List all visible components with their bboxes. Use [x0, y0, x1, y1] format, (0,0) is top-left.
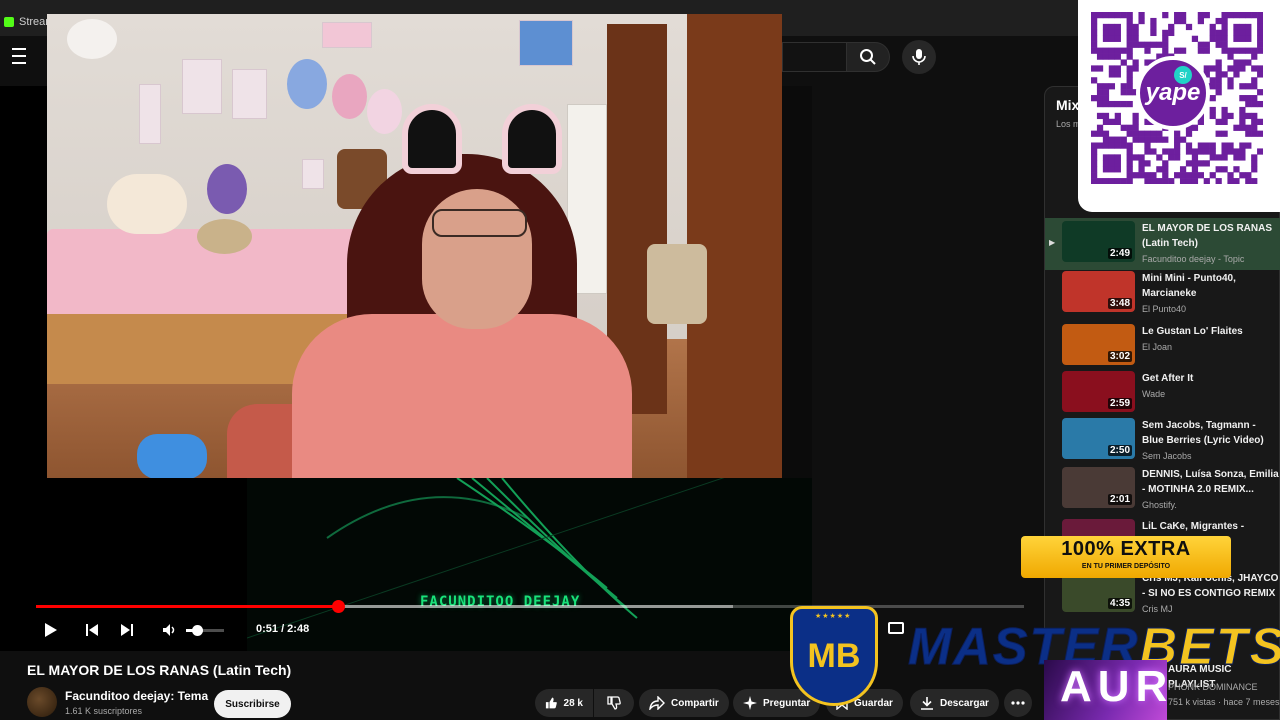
thumbs-down-icon [607, 696, 621, 710]
skip-next-icon [121, 624, 133, 636]
kick-icon [4, 17, 14, 27]
channel-name[interactable]: Facunditoo deejay: Tema [65, 689, 208, 703]
search-icon [860, 49, 876, 65]
playlist-item-title: Mini Mini - Punto40, Marcianeke [1142, 273, 1236, 299]
volume-slider[interactable] [186, 625, 224, 636]
channel-avatar[interactable] [27, 687, 57, 717]
playlist-duration: 2:01 [1107, 494, 1132, 505]
play-button[interactable] [39, 619, 63, 641]
subscribe-button[interactable]: Suscribirse [214, 690, 291, 718]
aura-thumbnail-text: AURA [1060, 662, 1167, 711]
playlist-item[interactable]: ▶ 2:49 EL MAYOR DE LOS RANAS (Latin Tech) F… [1045, 218, 1280, 270]
dislike-button[interactable] [594, 689, 634, 717]
mic-icon [912, 49, 926, 65]
search-button[interactable] [846, 42, 890, 72]
playlist-thumbnail: 2:01 [1062, 467, 1135, 508]
playlist-item-title: EL MAYOR DE LOS RANAS (Latin Tech) [1142, 223, 1273, 249]
time-display: 0:51 / 2:48 [256, 623, 310, 635]
volume-icon [163, 624, 175, 636]
bonus-banner: 100% EXTRA EN TU PRIMER DEPÓSITO [1021, 536, 1231, 578]
video-frame [247, 478, 812, 651]
playlist-item-title: DENNIS, Luísa Sonza, Emilia - MOTINHA 2.… [1142, 469, 1279, 495]
skip-previous-icon [86, 624, 98, 636]
playlist-thumbnail: 3:02 [1062, 324, 1135, 365]
playlist-duration: 2:59 [1107, 398, 1132, 409]
playlist-duration: 3:48 [1107, 298, 1132, 309]
aura-thumbnail[interactable]: AURA [1044, 660, 1167, 720]
playlist-item-title: Sem Jacobs, Tagmann - Blue Berries (Lyri… [1142, 420, 1264, 446]
playlist-subtitle: Los m [1056, 119, 1081, 129]
previous-button[interactable] [80, 619, 104, 641]
masterbets-stars: ★★★★★ [815, 613, 852, 620]
playlist-item[interactable]: 2:50 Sem Jacobs, Tagmann - Blue Berries (… [1045, 415, 1280, 467]
now-playing-icon: ▶ [1049, 238, 1056, 247]
play-icon [45, 623, 57, 637]
playlist-thumbnail: 2:49 [1062, 221, 1135, 262]
next-button[interactable] [115, 619, 139, 641]
playlist-thumbnail: 2:50 [1062, 418, 1135, 459]
playlist-item-channel: El Joan [1142, 342, 1173, 352]
more-actions-button[interactable] [1004, 689, 1032, 717]
playlist-item-views: 751 k vistas · hace 7 meses [1168, 697, 1280, 707]
like-count: 28 k [563, 697, 583, 709]
yape-logo: yape [1136, 56, 1210, 130]
more-horizontal-icon [1011, 701, 1025, 705]
video-title: EL MAYOR DE LOS RANAS (Latin Tech) [27, 662, 292, 678]
progress-played [36, 605, 339, 608]
playlist-item[interactable]: 3:48 Mini Mini - Punto40, Marcianeke El Pu… [1045, 268, 1280, 320]
playlist-duration: 3:02 [1107, 351, 1132, 362]
playlist-item-title: Le Gustan Lo' Flaites [1142, 326, 1243, 337]
playlist-thumbnail: 3:48 [1062, 271, 1135, 312]
share-label: Compartir [671, 697, 719, 709]
subscriber-count: 1.61 K suscriptores [65, 706, 143, 716]
volume-handle[interactable] [192, 625, 204, 636]
search-input[interactable] [782, 42, 846, 72]
bonus-subtitle: EN TU PRIMER DEPÓSITO [1081, 563, 1171, 570]
thumbs-up-icon [545, 697, 557, 709]
playlist-item[interactable]: 2:01 DENNIS, Luísa Sonza, Emilia - MOTINH… [1045, 464, 1280, 516]
yape-currency-badge: S/ [1174, 66, 1192, 84]
playlist-item-channel: Sem Jacobs [1142, 451, 1192, 461]
playlist-item-channel: Ghostify. [1142, 500, 1177, 510]
playlist-item[interactable]: 3:02 Le Gustan Lo' Flaites El Joan [1045, 321, 1280, 373]
playlist-title: Mix [1056, 97, 1080, 113]
playlist-item-channel: Wade [1142, 389, 1166, 399]
download-button[interactable]: Descargar [910, 689, 999, 717]
like-button[interactable]: 28 k [535, 689, 593, 717]
progress-bar[interactable] [36, 600, 1024, 613]
save-label: Guardar [854, 697, 893, 709]
playlist-item-title: Get After It [1142, 373, 1194, 384]
playlist-duration: 2:49 [1107, 248, 1132, 259]
webcam-overlay [47, 14, 782, 478]
playlist-item[interactable]: 2:59 Get After It Wade [1045, 368, 1280, 420]
playlist-duration: 4:35 [1107, 598, 1132, 609]
share-icon [649, 696, 665, 710]
download-icon [921, 697, 933, 710]
playlist-thumbnail: 2:59 [1062, 371, 1135, 412]
playlist-item-channel: El Punto40 [1142, 304, 1187, 314]
menu-icon[interactable] [12, 46, 34, 66]
yape-qr-card: yape S/ [1078, 0, 1280, 212]
share-button[interactable]: Compartir [639, 689, 729, 717]
mute-button[interactable] [158, 619, 182, 641]
playlist-item-channel: PHONK DOMINANCE [1168, 682, 1258, 692]
masterbets-logo: MB [790, 606, 878, 706]
sparkle-icon [743, 696, 757, 710]
download-label: Descargar [940, 697, 989, 709]
playlist-item-channel: Cris MJ [1142, 604, 1173, 614]
ask-label: Preguntar [763, 697, 811, 709]
voice-search-button[interactable] [902, 40, 936, 74]
bonus-title: 100% EXTRA [1061, 538, 1191, 560]
playlist-item-channel: Facunditoo deejay - Topic [1142, 254, 1245, 264]
subtitles-button[interactable] [888, 622, 904, 634]
progress-scrubber[interactable] [332, 600, 346, 613]
playlist-duration: 2:50 [1107, 445, 1132, 456]
